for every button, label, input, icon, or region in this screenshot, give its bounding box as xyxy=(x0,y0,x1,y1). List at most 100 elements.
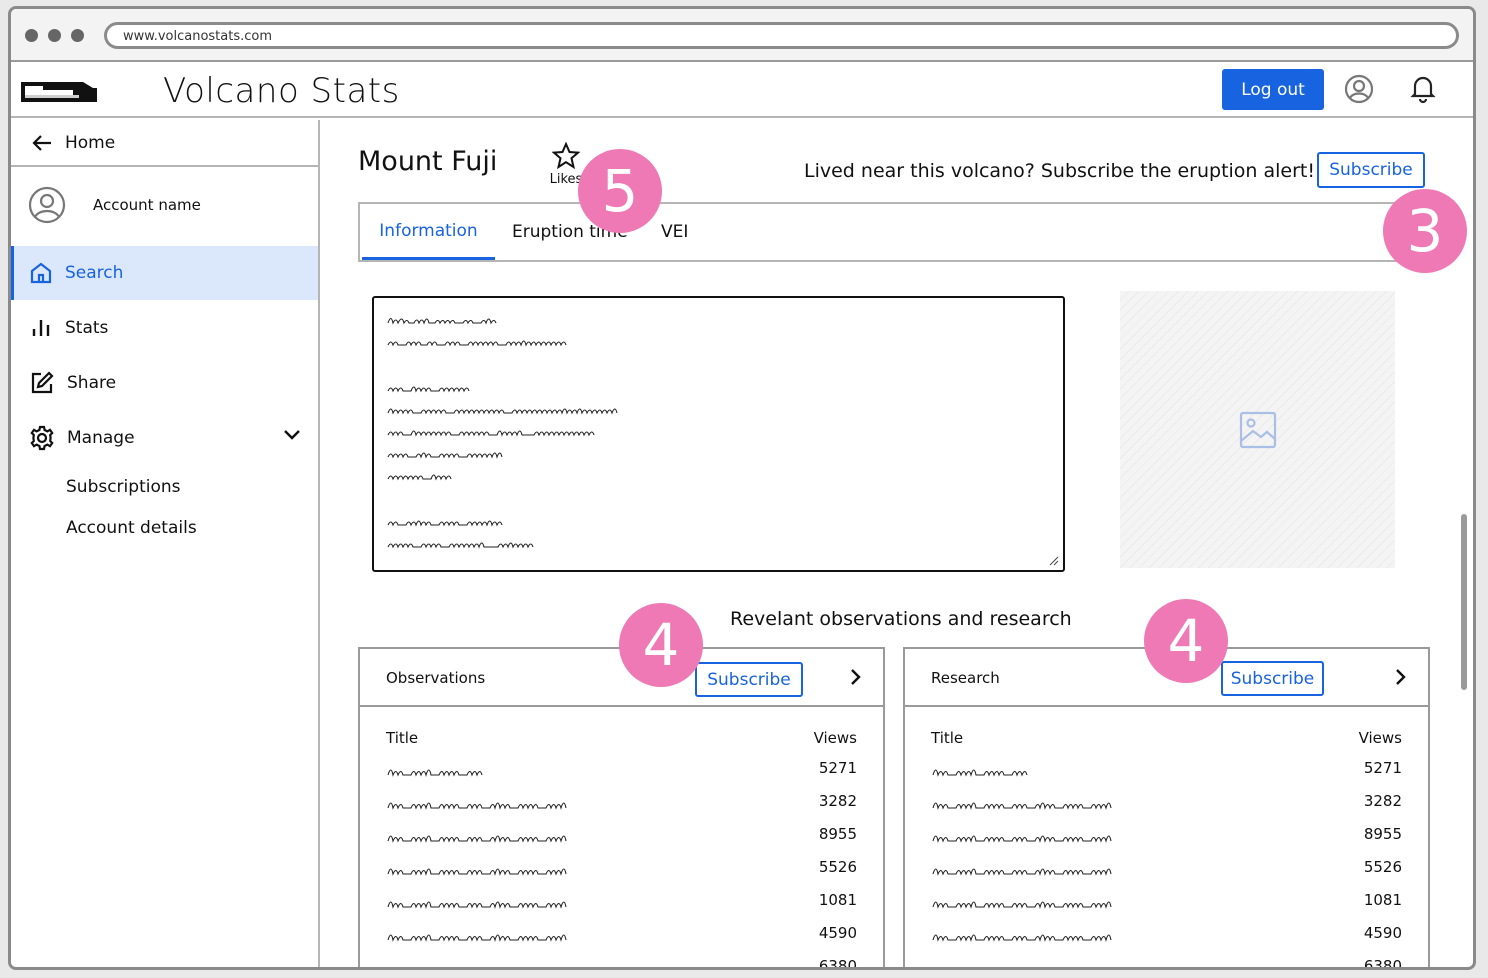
star-icon xyxy=(551,141,581,170)
subscribe-research-button[interactable]: Subscribe xyxy=(1221,661,1324,696)
sidebar-item-label: Search xyxy=(65,263,124,283)
account-name: Account name xyxy=(93,196,201,214)
scribble-text xyxy=(387,452,503,459)
column-views: Views xyxy=(813,729,857,747)
column-title: Title xyxy=(386,729,419,747)
annotation-badge: 3 xyxy=(1383,189,1467,273)
account-row[interactable]: Account name xyxy=(11,169,318,241)
views-value: 6380 xyxy=(818,957,857,970)
browser-window: www.volcanostats.com Volcano Stats Log o… xyxy=(8,6,1476,970)
table-row[interactable]: 8955 xyxy=(931,825,1402,847)
app-title: Volcano Stats xyxy=(163,71,400,111)
tab-information[interactable]: Information xyxy=(362,204,495,260)
volcano-image-placeholder xyxy=(1120,291,1395,568)
subscribe-observations-button[interactable]: Subscribe xyxy=(695,662,803,697)
home-label: Home xyxy=(65,132,116,153)
scribble-text xyxy=(387,408,618,415)
browser-toolbar: www.volcanostats.com xyxy=(11,9,1473,62)
address-bar[interactable]: www.volcanostats.com xyxy=(104,22,1459,49)
table-row[interactable]: 6380 xyxy=(386,957,857,970)
information-textarea[interactable] xyxy=(372,296,1065,572)
url-text: www.volcanostats.com xyxy=(123,29,273,44)
table-row[interactable]: 3282 xyxy=(386,792,857,814)
scrollbar[interactable] xyxy=(1461,514,1467,690)
sidebar: Home Account name Search Stats Share Man… xyxy=(11,120,320,967)
sidebar-item-label: Share xyxy=(67,373,117,393)
sidebar-item-stats[interactable]: Stats xyxy=(11,301,318,355)
views-value: 3282 xyxy=(1363,792,1402,810)
research-panel: Research Subscribe Title Views 5271 3282… xyxy=(903,647,1430,970)
arrow-left-icon xyxy=(32,134,51,151)
table-row[interactable]: 5526 xyxy=(931,858,1402,880)
tab-bar: Information Eruption time VEI xyxy=(358,202,1431,262)
account-avatar-icon xyxy=(28,186,66,224)
section-title: Revelant observations and research xyxy=(730,608,1072,630)
table-row[interactable]: 5271 xyxy=(386,759,857,781)
subscribe-alert-button[interactable]: Subscribe xyxy=(1317,152,1425,188)
sidebar-item-label: Manage xyxy=(67,428,135,448)
sidebar-item-manage[interactable]: Manage xyxy=(11,411,318,465)
annotation-badge: 4 xyxy=(619,603,703,687)
sidebar-item-label: Stats xyxy=(65,318,109,338)
views-value: 3282 xyxy=(818,792,857,810)
window-dot[interactable] xyxy=(25,29,38,42)
home-icon xyxy=(30,262,52,284)
window-controls xyxy=(25,29,84,42)
table-row[interactable]: 8955 xyxy=(386,825,857,847)
resize-handle-icon[interactable] xyxy=(1049,556,1059,566)
scribble-text xyxy=(387,340,567,347)
main-content: Mount Fuji Likes Lived near this volcano… xyxy=(322,120,1467,970)
gear-icon xyxy=(30,425,54,451)
table-row[interactable]: 3282 xyxy=(931,792,1402,814)
views-value: 4590 xyxy=(1363,924,1402,942)
scribble-text xyxy=(387,430,595,437)
column-views: Views xyxy=(1358,729,1402,747)
window-dot[interactable] xyxy=(48,29,61,42)
views-value: 5271 xyxy=(1363,759,1402,777)
table-row[interactable]: 5526 xyxy=(386,858,857,880)
table-row[interactable]: 4590 xyxy=(931,924,1402,946)
tab-vei[interactable]: VEI xyxy=(661,204,688,260)
table-row[interactable]: 4590 xyxy=(386,924,857,946)
panel-title: Research xyxy=(931,669,1000,687)
scribble-text xyxy=(387,542,534,549)
table-row[interactable]: 1081 xyxy=(386,891,857,913)
chevron-down-icon[interactable] xyxy=(282,428,302,442)
views-value: 1081 xyxy=(1363,891,1402,909)
user-avatar-icon[interactable] xyxy=(1343,73,1375,105)
views-value: 5526 xyxy=(818,858,857,876)
sidebar-item-search[interactable]: Search xyxy=(11,246,318,300)
annotation-badge: 5 xyxy=(578,149,662,233)
column-title: Title xyxy=(931,729,964,747)
chevron-right-icon[interactable] xyxy=(849,667,863,687)
table-row[interactable]: 1081 xyxy=(931,891,1402,913)
scribble-text xyxy=(387,386,470,393)
scribble-text xyxy=(387,520,503,527)
sidebar-subitem-account-details[interactable]: Account details xyxy=(66,518,197,538)
observations-panel: Observations Subscribe Title Views 5271 … xyxy=(358,647,885,970)
logout-button[interactable]: Log out xyxy=(1222,69,1324,110)
chevron-right-icon[interactable] xyxy=(1394,667,1408,687)
views-value: 1081 xyxy=(818,891,857,909)
bar-chart-icon xyxy=(32,320,50,336)
window-dot[interactable] xyxy=(71,29,84,42)
views-value: 4590 xyxy=(818,924,857,942)
edit-icon xyxy=(31,371,54,394)
sidebar-subitem-subscriptions[interactable]: Subscriptions xyxy=(66,477,180,497)
app-header: Volcano Stats Log out xyxy=(11,62,1473,118)
views-value: 8955 xyxy=(818,825,857,843)
bell-icon[interactable] xyxy=(1407,73,1439,105)
panel-title: Observations xyxy=(386,669,486,687)
views-value: 8955 xyxy=(1363,825,1402,843)
logo-icon xyxy=(21,82,97,102)
views-value: 5526 xyxy=(1363,858,1402,876)
eruption-alert-text: Lived near this volcano? Subscribe the e… xyxy=(804,160,1315,182)
volcano-title: Mount Fuji xyxy=(358,146,498,177)
home-link[interactable]: Home xyxy=(11,120,318,167)
annotation-badge: 4 xyxy=(1144,599,1228,683)
views-value: 6380 xyxy=(1363,957,1402,970)
sidebar-item-share[interactable]: Share xyxy=(11,356,318,410)
table-row[interactable]: 6380 xyxy=(931,957,1402,970)
table-row[interactable]: 5271 xyxy=(931,759,1402,781)
scribble-text xyxy=(387,317,497,325)
